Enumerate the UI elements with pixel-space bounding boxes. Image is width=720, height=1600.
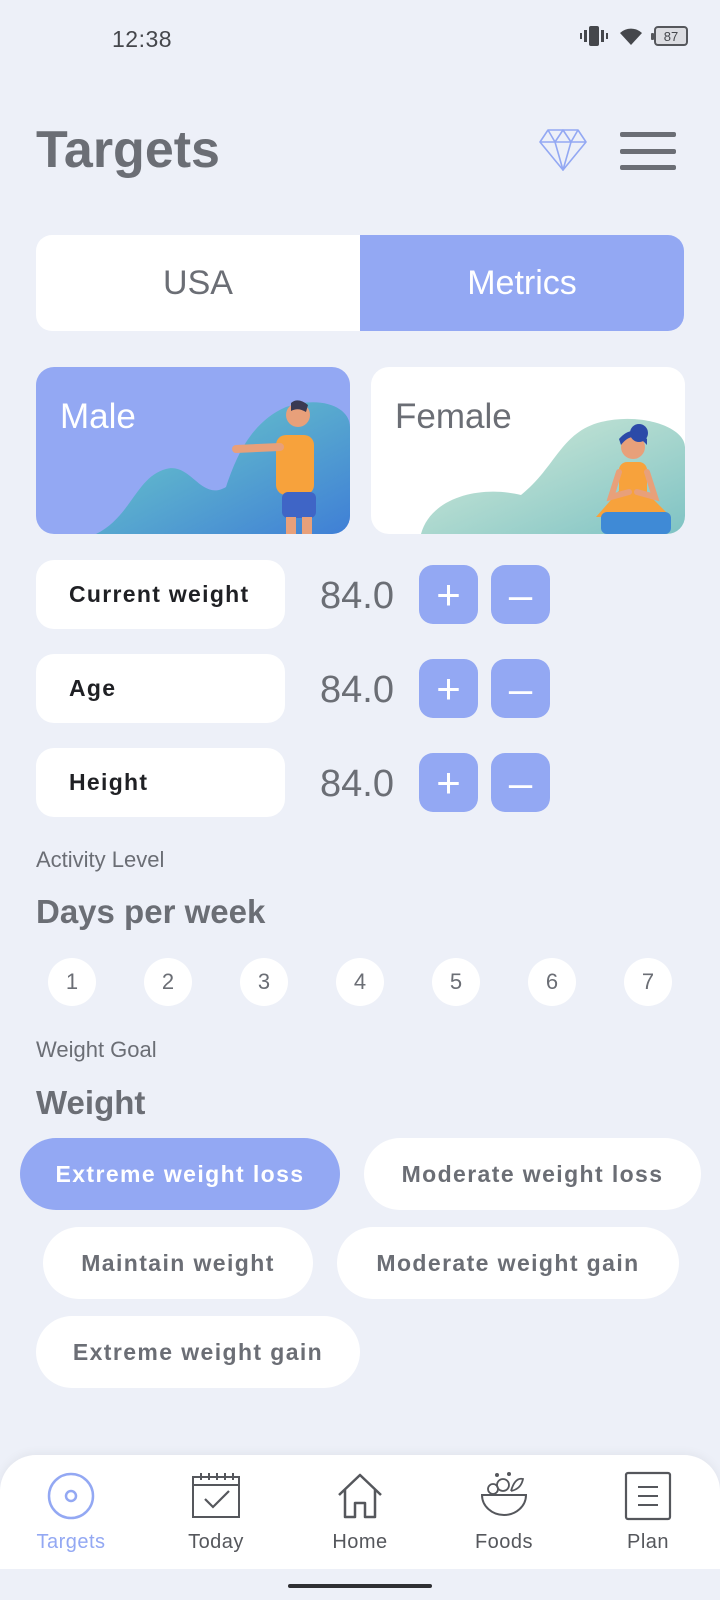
goal-moderate-weight-gain-button[interactable]: Moderate weight gain	[337, 1227, 679, 1299]
weight-title: Weight	[36, 1084, 146, 1121]
nav-plan[interactable]: Plan	[588, 1455, 708, 1569]
plan-list-icon	[624, 1471, 672, 1521]
activity-level-subtitle: Activity Level	[36, 847, 165, 872]
bottom-navigation: Targets Today Home Foods Plan	[0, 1455, 720, 1569]
age-minus-button[interactable]: –	[491, 659, 550, 718]
salad-bowl-icon	[480, 1472, 528, 1516]
gender-male-card[interactable]: Male	[36, 367, 350, 534]
age-value: 84.0	[320, 669, 394, 711]
nav-today-label: Today	[188, 1531, 244, 1553]
age-label: Age	[36, 654, 285, 723]
unit-usa-button[interactable]: USA	[36, 235, 360, 331]
height-minus-button[interactable]: –	[491, 753, 550, 812]
home-indicator[interactable]	[288, 1584, 432, 1588]
day-option-2[interactable]: 2	[144, 958, 192, 1006]
nav-targets[interactable]: Targets	[11, 1455, 131, 1569]
day-option-7[interactable]: 7	[624, 958, 672, 1006]
nav-plan-label: Plan	[626, 1531, 670, 1553]
days-per-week-title: Days per week	[36, 893, 266, 930]
height-label: Height	[36, 748, 285, 817]
vibrate-icon	[580, 26, 608, 46]
calendar-check-icon	[192, 1473, 240, 1518]
female-illustration	[421, 418, 685, 534]
day-option-6[interactable]: 6	[528, 958, 576, 1006]
current-weight-label: Current weight	[36, 560, 285, 629]
unit-metrics-button[interactable]: Metrics	[360, 235, 684, 331]
nav-foods[interactable]: Foods	[444, 1455, 564, 1569]
nav-targets-label: Targets	[36, 1531, 106, 1553]
battery-level: 87	[663, 28, 679, 44]
gender-female-label: Female	[395, 397, 512, 436]
day-option-4[interactable]: 4	[336, 958, 384, 1006]
weight-goal-subtitle: Weight Goal	[36, 1037, 157, 1062]
goal-moderate-weight-loss-button[interactable]: Moderate weight loss	[364, 1138, 701, 1210]
height-value: 84.0	[320, 763, 394, 805]
gender-female-card[interactable]: Female	[371, 367, 685, 534]
status-time: 12:38	[112, 26, 173, 52]
diamond-icon[interactable]	[538, 128, 588, 172]
current-weight-value: 84.0	[320, 575, 394, 617]
status-icons: 87	[580, 24, 688, 48]
gender-male-label: Male	[60, 397, 136, 436]
nav-foods-label: Foods	[474, 1531, 534, 1553]
hamburger-menu-icon[interactable]	[620, 132, 676, 170]
wifi-icon	[620, 28, 642, 45]
home-icon	[338, 1473, 382, 1519]
battery-icon: 87	[651, 26, 688, 46]
day-option-1[interactable]: 1	[48, 958, 96, 1006]
goal-extreme-weight-gain-button[interactable]: Extreme weight gain	[36, 1316, 360, 1388]
day-option-5[interactable]: 5	[432, 958, 480, 1006]
unit-toggle: USA Metrics	[36, 235, 684, 331]
age-plus-button[interactable]: +	[419, 659, 478, 718]
male-illustration	[96, 400, 350, 534]
current-weight-minus-button[interactable]: –	[491, 565, 550, 624]
target-icon	[47, 1472, 95, 1520]
goal-maintain-weight-button[interactable]: Maintain weight	[43, 1227, 313, 1299]
page-title: Targets	[36, 121, 220, 179]
height-plus-button[interactable]: +	[419, 753, 478, 812]
nav-today[interactable]: Today	[156, 1455, 276, 1569]
goal-extreme-weight-loss-button[interactable]: Extreme weight loss	[20, 1138, 340, 1210]
nav-home-label: Home	[332, 1531, 388, 1553]
current-weight-plus-button[interactable]: +	[419, 565, 478, 624]
day-option-3[interactable]: 3	[240, 958, 288, 1006]
nav-home[interactable]: Home	[300, 1455, 420, 1569]
